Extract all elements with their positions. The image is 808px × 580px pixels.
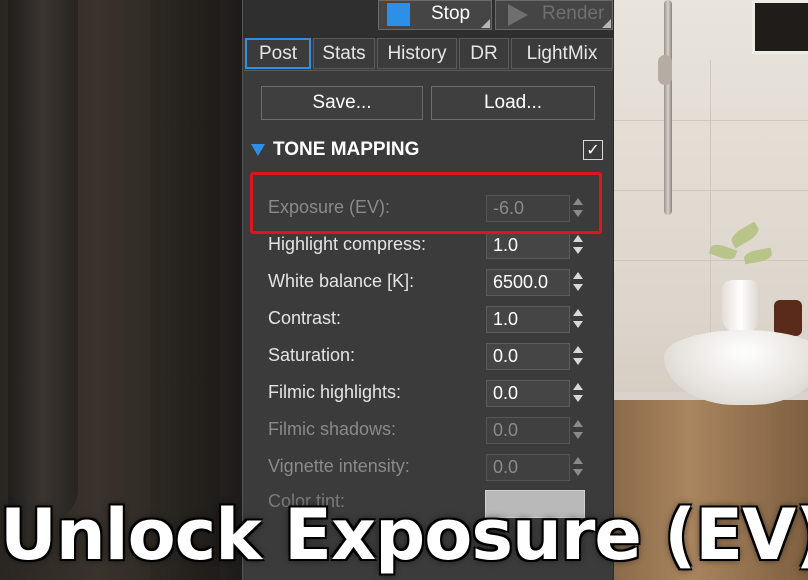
render-label: Render bbox=[542, 3, 605, 24]
tab-dr[interactable]: DR bbox=[459, 38, 509, 69]
render-toolbar: Stop Render bbox=[243, 0, 613, 38]
param-label: Filmic shadows: bbox=[268, 419, 397, 439]
highlight-compress-input[interactable]: 1.0 bbox=[486, 232, 570, 259]
stop-icon bbox=[387, 3, 410, 26]
tab-history[interactable]: History bbox=[377, 38, 457, 69]
filmic-highlights-input[interactable]: 0.0 bbox=[486, 380, 570, 407]
param-label: Filmic highlights: bbox=[268, 382, 402, 402]
dropdown-corner-icon bbox=[602, 19, 611, 28]
spinner-arrows-icon[interactable] bbox=[573, 381, 585, 406]
vignette-intensity-input[interactable]: 0.0 bbox=[486, 454, 570, 481]
param-label: White balance [K]: bbox=[268, 271, 415, 291]
section-title: TONE MAPPING bbox=[273, 139, 420, 160]
render-button[interactable]: Render bbox=[495, 0, 613, 30]
shower-pipe-image bbox=[664, 0, 672, 215]
spinner-arrows-icon[interactable] bbox=[573, 455, 585, 480]
param-row-highlight-compress: Highlight compress: 1.0 bbox=[243, 231, 613, 261]
vase-image bbox=[722, 280, 760, 332]
tab-stats[interactable]: Stats bbox=[313, 38, 375, 69]
param-row-filmic-highlights: Filmic highlights: 0.0 bbox=[243, 379, 613, 409]
spinner-arrows-icon[interactable] bbox=[573, 418, 585, 443]
param-row-filmic-shadows: Filmic shadows: 0.0 bbox=[243, 416, 613, 446]
param-label: Vignette intensity: bbox=[268, 456, 410, 476]
soap-bottle-image bbox=[774, 300, 802, 336]
load-button[interactable]: Load... bbox=[431, 86, 595, 120]
exposure-highlight-box bbox=[250, 172, 602, 234]
param-row-vignette: Vignette intensity: 0.0 bbox=[243, 453, 613, 483]
filmic-shadows-input[interactable]: 0.0 bbox=[486, 417, 570, 444]
save-button[interactable]: Save... bbox=[261, 86, 423, 120]
contrast-input[interactable]: 1.0 bbox=[486, 306, 570, 333]
white-balance-input[interactable]: 6500.0 bbox=[486, 269, 570, 296]
spinner-arrows-icon[interactable] bbox=[573, 270, 585, 295]
tone-mapping-enabled-checkbox[interactable]: ✓ bbox=[583, 140, 603, 160]
param-row-contrast: Contrast: 1.0 bbox=[243, 305, 613, 335]
caption-overlay: Unlock Exposure (EV) bbox=[0, 494, 808, 576]
param-label: Contrast: bbox=[268, 308, 342, 328]
play-icon bbox=[508, 4, 528, 26]
collapse-triangle-icon bbox=[251, 144, 265, 156]
shower-head-image bbox=[658, 55, 672, 85]
bathrobe-image bbox=[8, 0, 78, 520]
stop-button[interactable]: Stop bbox=[378, 0, 492, 30]
dropdown-corner-icon bbox=[481, 19, 490, 28]
panel-tabs: Post Stats History DR LightMix bbox=[244, 38, 613, 71]
tab-lightmix[interactable]: LightMix bbox=[511, 38, 613, 69]
param-row-white-balance: White balance [K]: 6500.0 bbox=[243, 268, 613, 298]
spinner-arrows-icon[interactable] bbox=[573, 344, 585, 369]
tab-post[interactable]: Post bbox=[245, 38, 311, 69]
saturation-input[interactable]: 0.0 bbox=[486, 343, 570, 370]
stop-label: Stop bbox=[431, 3, 471, 24]
param-label: Saturation: bbox=[268, 345, 356, 365]
param-label: Highlight compress: bbox=[268, 234, 427, 254]
wall-picture-image bbox=[752, 0, 808, 54]
param-row-saturation: Saturation: 0.0 bbox=[243, 342, 613, 372]
spinner-arrows-icon[interactable] bbox=[573, 307, 585, 332]
spinner-arrows-icon[interactable] bbox=[573, 233, 585, 258]
